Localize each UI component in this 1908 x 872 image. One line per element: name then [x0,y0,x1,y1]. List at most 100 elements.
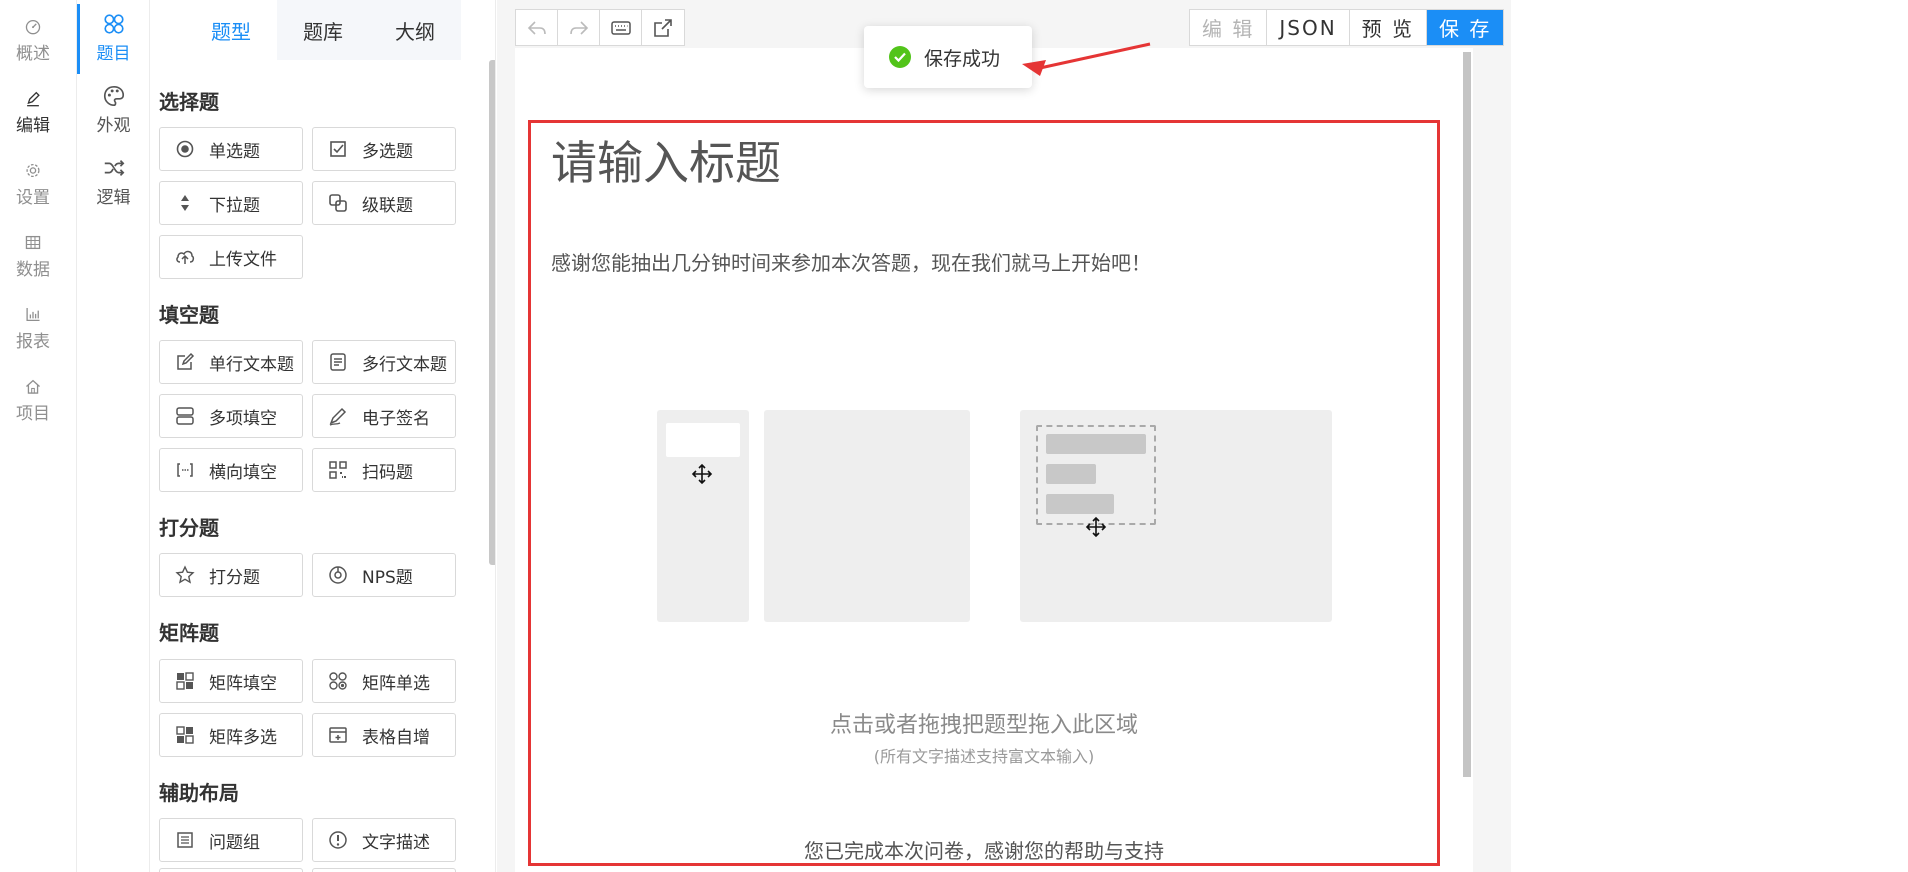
matrix-multi-button[interactable]: 矩阵多选 [159,713,303,757]
radio-icon [176,140,194,158]
button-label: 电子签名 [362,408,430,429]
subnav-item-label: 题目 [96,44,131,64]
group-title-choice: 选择题 [159,90,219,114]
text-description-button[interactable]: 文字描述 [312,818,456,862]
multi-fill-button[interactable]: 多项填空 [159,394,303,438]
panel-overflow-item[interactable] [159,868,303,872]
survey-title[interactable]: 请输入标题 [551,127,781,193]
checkbox-icon [330,141,346,157]
question-group-button[interactable]: 问题组 [159,818,303,862]
dropdown-button[interactable]: 下拉题 [159,181,303,225]
drop-illustration-column [764,410,970,622]
move-cursor-icon [1085,516,1107,538]
check-circle-icon [889,46,911,68]
drop-zone-subhint: (所有文字描述支持富文本输入) [873,747,1095,766]
group-frame-icon [177,832,193,848]
rail-item-settings[interactable]: 设置 [0,144,66,208]
rail-item-label: 项目 [16,404,50,424]
inline-fill-button[interactable]: 横向填空 [159,448,303,492]
main-rail: 概述 编辑 设置 数据 报表 项目 [0,0,77,872]
drop-zone-hint: 点击或者拖拽把题型拖入此区域 [829,713,1138,738]
tab-question-bank[interactable]: 题库 [277,0,369,60]
button-label: 多项填空 [209,408,277,429]
group-title-score: 打分题 [159,516,219,540]
button-label: 下拉题 [209,195,260,216]
scan-code-button[interactable]: 扫码题 [312,448,456,492]
rail-item-overview[interactable]: 概述 [0,0,66,64]
edit-icon [177,352,195,370]
save-button[interactable]: 保 存 [1427,10,1504,45]
survey-canvas[interactable]: 请输入标题 感谢您能抽出几分钟时间来参加本次答题，现在我们就马上开始吧！ 点击或… [528,120,1440,866]
export-icon [654,18,672,37]
matrix-fill-button[interactable]: 矩阵填空 [159,659,303,703]
cloud-upload-icon [176,250,195,264]
matrix-single-button[interactable]: 矩阵单选 [312,659,456,703]
e-signature-button[interactable]: 电子签名 [312,394,456,438]
subnav-item-logic[interactable]: 逻辑 [77,144,150,208]
drop-illustration-bar [1046,464,1096,484]
pen-icon [27,91,40,107]
matrix-checkbox-icon [176,726,194,744]
export-button[interactable] [642,10,684,45]
rail-item-label: 概述 [16,44,50,64]
toast-message: 保存成功 [924,47,1001,70]
info-circle-icon [329,831,347,849]
survey-end-text[interactable]: 您已完成本次问卷，感谢您的帮助与支持 [531,835,1437,864]
drop-illustration-bar [1046,434,1146,454]
button-label: 横向填空 [209,462,277,483]
drop-illustration-card [666,423,740,457]
button-label: 多选题 [362,141,413,162]
header-actions: 编 辑 JSON 预 览 保 存 [1189,9,1505,46]
panel-scrollbar[interactable] [489,60,495,565]
subnav-item-questions[interactable]: 题目 [77,0,150,64]
edit-button[interactable]: 编 辑 [1190,10,1268,45]
redo-button[interactable] [558,10,600,45]
bracket-dots-icon [177,463,193,477]
sort-arrows-icon [181,195,189,211]
question-types-icon [103,14,124,34]
tab-outline[interactable]: 大纲 [369,0,461,60]
rail-item-label: 编辑 [16,116,50,136]
question-type-panel: 题型 题库 大纲 选择题 单选题 多选题 下拉题 级联题 上传文件 填空题 单行… [150,0,496,872]
undo-button[interactable] [516,10,558,45]
multi-choice-button[interactable]: 多选题 [312,127,456,171]
rail-item-data[interactable]: 数据 [0,216,66,280]
button-label: 打分题 [209,567,260,588]
table-auto-grow-button[interactable]: 表格自增 [312,713,456,757]
cascade-button[interactable]: 级联题 [312,181,456,225]
table-add-icon [329,727,347,743]
json-button[interactable]: JSON [1267,10,1350,45]
tab-question-types[interactable]: 题型 [185,0,277,60]
rail-item-label: 报表 [16,332,50,352]
redo-icon [569,20,588,35]
cascade-icon [329,194,347,212]
editor-scrollbar[interactable] [1463,52,1471,777]
subnav-item-label: 外观 [96,116,131,136]
button-label: 上传文件 [209,249,277,270]
upload-file-button[interactable]: 上传文件 [159,235,303,279]
nps-button[interactable]: NPS题 [312,553,456,597]
palette-icon [103,85,124,107]
rail-item-projects[interactable]: 项目 [0,360,66,424]
group-title-layout: 辅助布局 [159,781,239,805]
single-choice-button[interactable]: 单选题 [159,127,303,171]
table-icon [25,235,41,250]
subnav-item-appearance[interactable]: 外观 [77,72,150,136]
rating-button[interactable]: 打分题 [159,553,303,597]
rail-item-label: 数据 [16,260,50,280]
button-label: 矩阵填空 [209,673,277,694]
signature-pen-icon [329,407,347,426]
rail-item-edit[interactable]: 编辑 [0,72,66,136]
gear-icon [26,163,40,178]
multi-line-text-button[interactable]: 多行文本题 [312,340,456,384]
panel-overflow-item[interactable] [312,868,456,872]
shuffle-icon [104,160,124,176]
keyboard-shortcuts-button[interactable] [600,10,642,45]
panel-tabs: 题型 题库 大纲 [185,0,461,60]
rail-item-report[interactable]: 报表 [0,288,66,352]
survey-description[interactable]: 感谢您能抽出几分钟时间来参加本次答题，现在我们就马上开始吧！ [551,247,1151,276]
preview-button[interactable]: 预 览 [1350,10,1428,45]
single-line-text-button[interactable]: 单行文本题 [159,340,303,384]
button-label: 问题组 [209,832,260,853]
gauge-icon [329,566,347,584]
